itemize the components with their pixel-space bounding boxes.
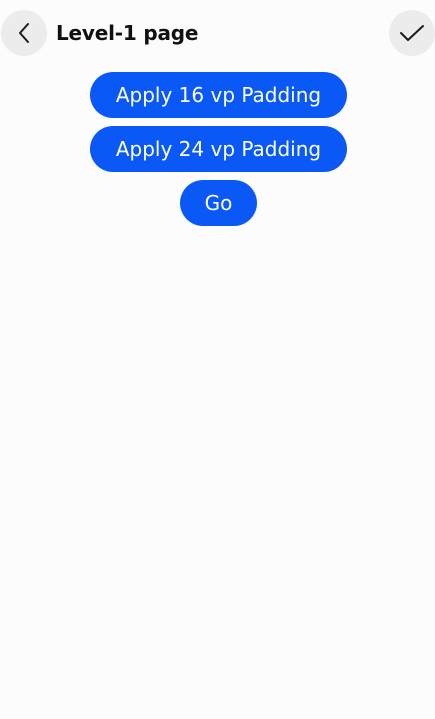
page-title: Level-1 page	[56, 21, 199, 45]
apply-24vp-padding-label: Apply 24 vp Padding	[115, 137, 322, 161]
apply-16vp-padding-button[interactable]: Apply 16 vp Padding	[90, 72, 347, 118]
checkmark-icon	[399, 23, 425, 43]
go-label: Go	[204, 191, 233, 215]
apply-24vp-padding-button[interactable]: Apply 24 vp Padding	[90, 126, 347, 172]
back-button[interactable]	[1, 10, 47, 56]
go-button[interactable]: Go	[180, 180, 257, 226]
confirm-button[interactable]	[389, 10, 435, 56]
chevron-left-icon	[17, 22, 31, 44]
apply-16vp-padding-label: Apply 16 vp Padding	[115, 83, 322, 107]
